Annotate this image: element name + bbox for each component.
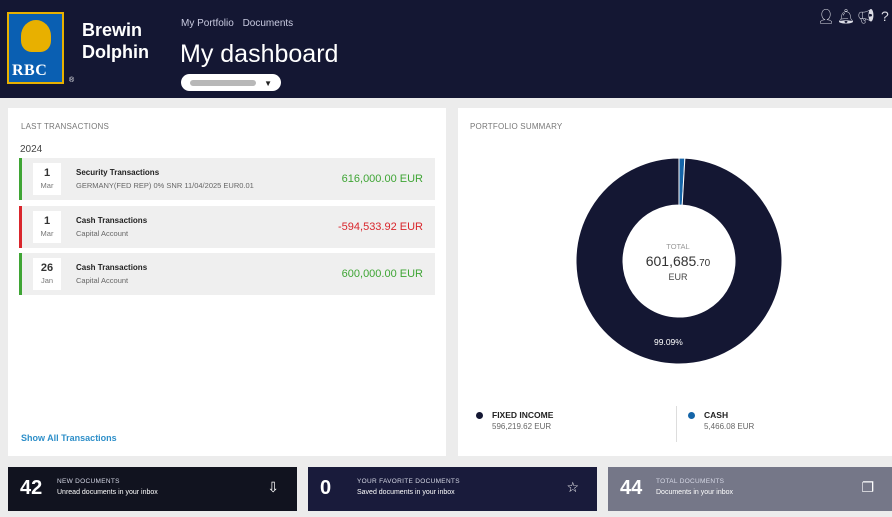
brand-name: Brewin Dolphin	[82, 19, 149, 63]
status-bar	[19, 206, 22, 248]
total-value-main: 601,685	[645, 253, 697, 269]
total-currency: EUR	[668, 272, 688, 282]
inbox-download-icon: ⇩	[267, 479, 279, 495]
account-name-redacted	[190, 80, 256, 86]
legend-name: CASH	[704, 410, 729, 420]
legend-value: 5,466.08 EUR	[704, 422, 755, 431]
date-month: Mar	[40, 181, 54, 190]
user-icon[interactable]: 👤︎	[817, 8, 835, 25]
last-transactions-panel: LAST TRANSACTIONS 2024 1 Mar Security Tr…	[8, 108, 446, 456]
year-label: 2024	[20, 144, 43, 155]
date-box: 1 Mar	[33, 211, 61, 243]
registered-mark-icon: ®	[69, 77, 75, 84]
transaction-description: Capital Account	[76, 229, 129, 238]
total-label: TOTAL	[666, 242, 690, 251]
transaction-amount: 600,000.00 EUR	[341, 268, 423, 280]
bell-icon[interactable]: 🔔︎	[837, 8, 855, 25]
transaction-type: Cash Transactions	[76, 263, 148, 272]
show-all-transactions-link[interactable]: Show All Transactions	[21, 433, 117, 443]
date-day: 1	[43, 215, 51, 227]
transaction-amount: 616,000.00 EUR	[341, 173, 423, 185]
rbc-logo[interactable]: RBC ®	[7, 12, 74, 84]
star-icon: ☆	[566, 479, 579, 495]
legend-item-fixed-income[interactable]: FIXED INCOME 596,219.62 EUR	[476, 410, 656, 440]
chevron-down-icon: ▼	[264, 79, 272, 88]
date-month: Jan	[40, 276, 54, 285]
transaction-row[interactable]: 1 Mar Security Transactions GERMANY(FED …	[19, 158, 435, 200]
total-documents-card[interactable]: 44 TOTAL DOCUMENTS Documents in your inb…	[608, 467, 892, 511]
legend-divider	[676, 406, 677, 442]
transaction-amount: -594,533.92 EUR	[338, 221, 423, 233]
account-selector[interactable]: ▼	[181, 74, 281, 91]
portfolio-summary-panel: PORTFOLIO SUMMARY TOTAL 601,685.70 EUR 9…	[458, 108, 892, 456]
slice-percent-label: 99.09%	[654, 337, 683, 347]
transaction-row[interactable]: 26 Jan Cash Transactions Capital Account…	[19, 253, 435, 295]
date-box: 26 Jan	[33, 258, 61, 290]
transaction-type: Security Transactions	[76, 168, 160, 177]
date-day: 1	[43, 167, 51, 179]
status-bar	[19, 158, 22, 200]
donut-center: TOTAL 601,685.70 EUR	[618, 242, 738, 282]
card-count: 44	[620, 477, 643, 499]
help-icon[interactable]: ?	[881, 8, 889, 24]
card-title: NEW DOCUMENTS	[57, 478, 120, 485]
top-nav: My Portfolio Documents	[181, 18, 299, 29]
header-icons: 👤︎ 🔔︎ 📢︎ ?	[807, 8, 892, 28]
panel-title: PORTFOLIO SUMMARY	[470, 122, 563, 131]
brand-line-1: Brewin	[82, 20, 143, 40]
legend-name: FIXED INCOME	[492, 410, 554, 420]
logo-text: RBC	[12, 62, 48, 79]
brand-line-2: Dolphin	[82, 42, 149, 62]
megaphone-icon[interactable]: 📢︎	[857, 8, 875, 25]
legend-item-cash[interactable]: CASH 5,466.08 EUR	[688, 410, 868, 440]
card-title: YOUR FAVORITE DOCUMENTS	[357, 478, 460, 485]
legend-dot	[688, 412, 695, 419]
lion-emblem-icon	[21, 20, 51, 52]
panel-title: LAST TRANSACTIONS	[21, 122, 110, 131]
card-subtitle: Documents in your inbox	[656, 489, 734, 496]
transaction-row[interactable]: 1 Mar Cash Transactions Capital Account …	[19, 206, 435, 248]
card-count: 42	[20, 477, 43, 499]
card-count: 0	[320, 477, 332, 499]
transaction-description: Capital Account	[76, 276, 129, 285]
documents-icon: ❐	[861, 479, 874, 495]
total-value-decimal: .70	[696, 258, 711, 269]
legend-value: 596,219.62 EUR	[492, 422, 552, 431]
date-day: 26	[40, 262, 54, 274]
top-header: RBC ® Brewin Dolphin My Portfolio Docume…	[0, 0, 892, 98]
date-month: Mar	[40, 229, 54, 238]
total-value: 601,685.70	[618, 253, 738, 269]
transaction-type: Cash Transactions	[76, 216, 148, 225]
date-box: 1 Mar	[33, 163, 61, 195]
card-title: TOTAL DOCUMENTS	[656, 478, 725, 485]
card-subtitle: Unread documents in your inbox	[57, 489, 158, 496]
page-title: My dashboard	[180, 40, 339, 68]
favorite-documents-card[interactable]: 0 YOUR FAVORITE DOCUMENTS Saved document…	[308, 467, 597, 511]
nav-my-portfolio[interactable]: My Portfolio	[181, 18, 234, 29]
transaction-description: GERMANY(FED REP) 0% SNR 11/04/2025 EUR0.…	[76, 181, 254, 190]
nav-documents[interactable]: Documents	[243, 18, 294, 29]
legend-dot	[476, 412, 483, 419]
status-bar	[19, 253, 22, 295]
card-subtitle: Saved documents in your inbox	[357, 489, 455, 496]
new-documents-card[interactable]: 42 NEW DOCUMENTS Unread documents in you…	[8, 467, 297, 511]
